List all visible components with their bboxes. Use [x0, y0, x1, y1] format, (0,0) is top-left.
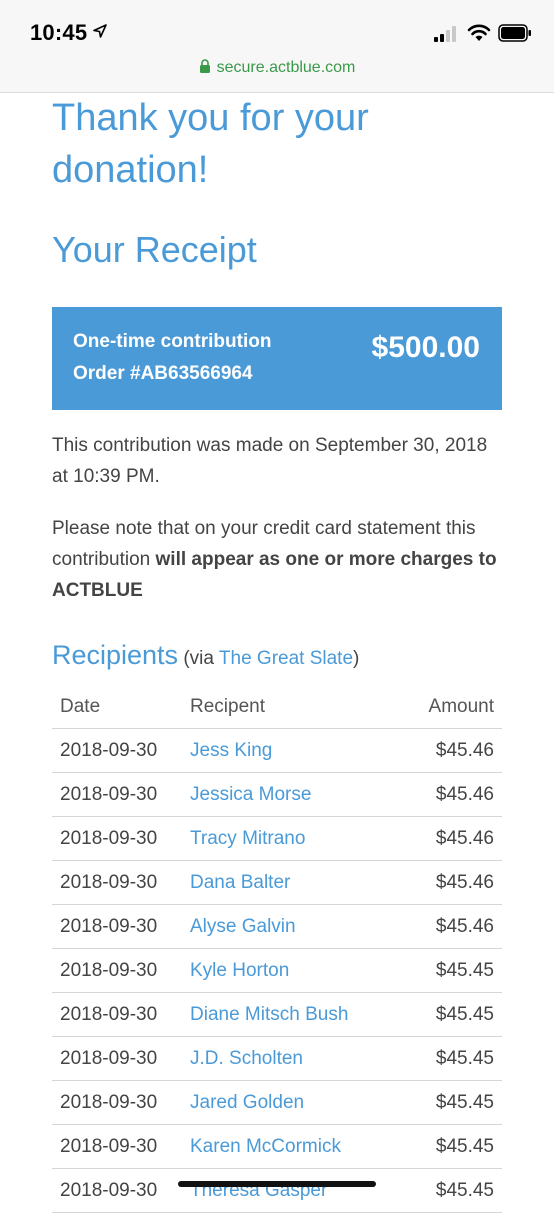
battery-icon — [498, 24, 531, 42]
receipt-heading: Your Receipt — [52, 229, 257, 270]
location-arrow-icon — [93, 24, 107, 38]
row-amount: $45.46 — [399, 728, 502, 773]
recipients-title: Recipients — [52, 640, 179, 670]
table-row: 2018-09-30 J.D. Scholten $45.45 — [52, 1036, 502, 1081]
row-date: 2018-09-30 — [52, 948, 184, 993]
table-row: 2018-09-30 Jessica Morse $45.46 — [52, 772, 502, 817]
table-row: 2018-09-30 Diane Mitsch Bush $45.45 — [52, 992, 502, 1037]
table-row: 2018-09-30 Tracy Mitrano $45.46 — [52, 816, 502, 861]
row-date: 2018-09-30 — [52, 772, 184, 817]
column-header-date: Date — [52, 686, 184, 729]
recipients-header: Recipients (via The Great Slate) — [52, 640, 502, 671]
order-number: Order #AB63566964 — [73, 363, 253, 384]
contribution-amount: $500.00 — [371, 331, 480, 364]
home-indicator[interactable] — [178, 1181, 376, 1187]
row-recipient-link[interactable]: Karen McCormick — [184, 1124, 400, 1169]
row-amount: $45.46 — [399, 772, 502, 817]
row-amount: $45.45 — [399, 1036, 502, 1081]
great-slate-link[interactable]: The Great Slate — [219, 648, 353, 669]
row-date: 2018-09-30 — [52, 1036, 184, 1081]
table-row: 2018-09-30 Karen McCormick $45.45 — [52, 1124, 502, 1169]
row-date: 2018-09-30 — [52, 992, 184, 1037]
table-row: 2018-09-30 Kyle Horton $45.45 — [52, 948, 502, 993]
row-date: 2018-09-30 — [52, 860, 184, 905]
lock-icon — [199, 59, 210, 73]
row-date: 2018-09-30 — [52, 1080, 184, 1125]
row-amount: $45.45 — [399, 1124, 502, 1169]
table-header-row: Date Recipent Amount — [52, 686, 502, 729]
contribution-type: One-time contribution — [73, 331, 272, 352]
row-amount: $45.45 — [399, 992, 502, 1037]
row-date: 2018-09-30 — [52, 1168, 184, 1213]
browser-address-bar[interactable]: secure.actblue.com — [0, 52, 554, 93]
row-amount: $45.46 — [399, 816, 502, 861]
row-date: 2018-09-30 — [52, 904, 184, 949]
url-text[interactable]: secure.actblue.com — [217, 59, 356, 76]
table-row: 2018-09-30 Theresa Gasper $45.45 — [52, 1168, 502, 1213]
status-bar: 10:45 — [0, 0, 554, 52]
statement-note: Please note that on your credit card sta… — [52, 513, 504, 606]
row-amount: $45.45 — [399, 1080, 502, 1125]
row-recipient-link[interactable]: Alyse Galvin — [184, 904, 400, 949]
row-recipient-link[interactable]: Jessica Morse — [184, 772, 400, 817]
row-date: 2018-09-30 — [52, 728, 184, 773]
receipt-summary-box: One-time contribution Order #AB63566964 … — [52, 307, 502, 410]
thank-you-heading: Thank you for your donation! — [52, 97, 369, 191]
via-label: (via The Great Slate) — [178, 648, 360, 669]
recipients-table: Date Recipent Amount 2018-09-30 Jess King… — [52, 686, 502, 1213]
table-row: 2018-09-30 Alyse Galvin $45.46 — [52, 904, 502, 949]
contribution-date-text: This contribution was made on September … — [52, 435, 488, 487]
wifi-icon — [467, 24, 491, 41]
row-recipient-link[interactable]: Tracy Mitrano — [184, 816, 400, 861]
row-date: 2018-09-30 — [52, 816, 184, 861]
signal-bars-icon — [434, 26, 456, 42]
column-header-amount: Amount — [399, 686, 502, 729]
row-date: 2018-09-30 — [52, 1124, 184, 1169]
row-recipient-link[interactable]: Dana Balter — [184, 860, 400, 905]
status-time: 10:45 — [30, 20, 88, 45]
table-row: 2018-09-30 Jared Golden $45.45 — [52, 1080, 502, 1125]
row-amount: $45.46 — [399, 860, 502, 905]
table-row: 2018-09-30 Jess King $45.46 — [52, 728, 502, 773]
row-recipient-link[interactable]: Kyle Horton — [184, 948, 400, 993]
table-row: 2018-09-30 Dana Balter $45.46 — [52, 860, 502, 905]
row-recipient-link[interactable]: Diane Mitsch Bush — [184, 992, 400, 1037]
row-amount: $45.46 — [399, 904, 502, 949]
row-recipient-link[interactable]: Jared Golden — [184, 1080, 400, 1125]
row-recipient-link[interactable]: Theresa Gasper — [184, 1168, 400, 1213]
column-header-recipient: Recipent — [184, 686, 400, 729]
row-amount: $45.45 — [399, 1168, 502, 1213]
row-amount: $45.45 — [399, 948, 502, 993]
row-recipient-link[interactable]: J.D. Scholten — [184, 1036, 400, 1081]
row-recipient-link[interactable]: Jess King — [184, 728, 400, 773]
